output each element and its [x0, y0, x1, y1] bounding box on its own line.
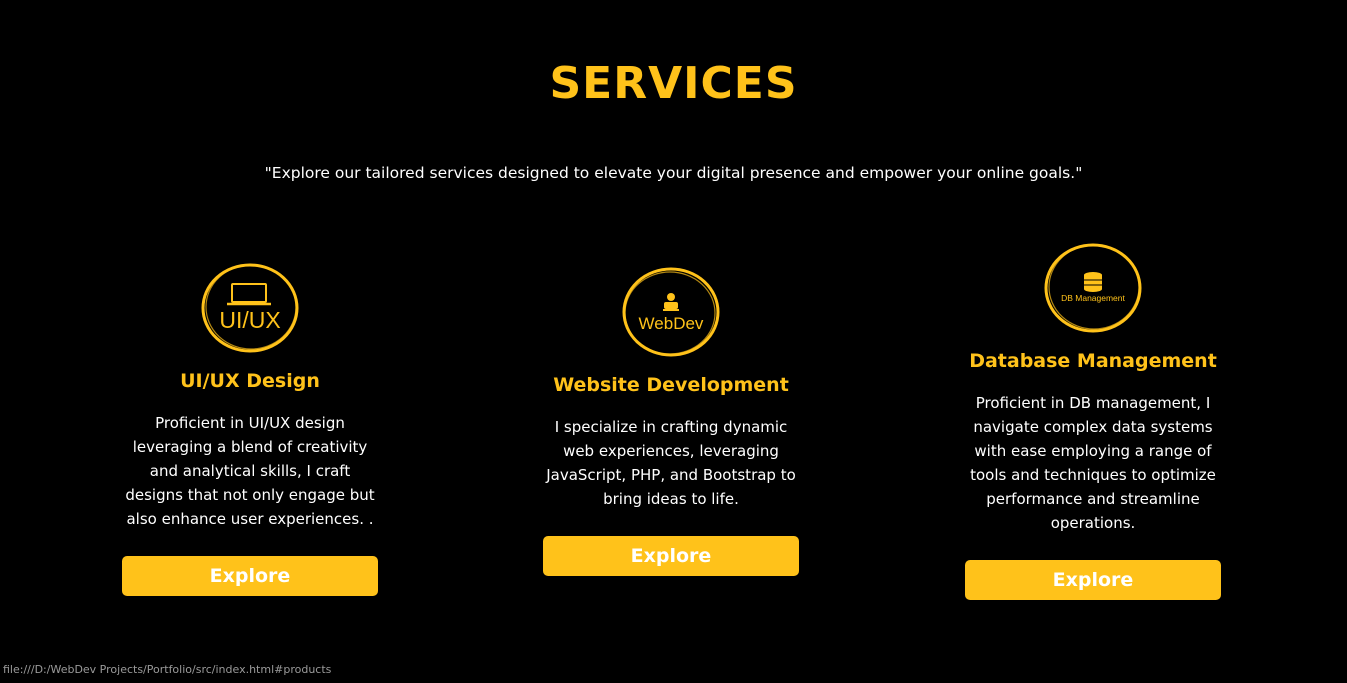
- webdev-logo-text: WebDev: [639, 314, 704, 333]
- database-logo-text: DB Management: [1061, 293, 1125, 303]
- coder-icon: [663, 293, 679, 311]
- status-bar-url: file:///D:/WebDev Projects/Portfolio/src…: [3, 663, 332, 676]
- laptop-icon: [227, 283, 271, 306]
- service-card-uiux: UI/UX UI/UX Design Proficient in UI/UX d…: [100, 0, 400, 683]
- uiux-logo: UI/UX: [201, 263, 299, 353]
- service-card-webdev: WebDev Website Development I specialize …: [521, 0, 821, 683]
- uiux-logo-text: UI/UX: [219, 307, 280, 333]
- service-title: Database Management: [969, 350, 1217, 372]
- services-section: SERVICES "Explore our tailored services …: [0, 0, 1347, 683]
- service-card-database: DB Management Database Management Profic…: [943, 0, 1243, 683]
- explore-button[interactable]: Explore: [965, 560, 1221, 600]
- service-title: UI/UX Design: [180, 370, 320, 392]
- webdev-logo: WebDev: [622, 267, 720, 357]
- service-description: Proficient in UI/UX design leveraging a …: [125, 414, 375, 528]
- service-description: Proficient in DB management, I navigate …: [970, 394, 1216, 532]
- explore-button[interactable]: Explore: [543, 536, 799, 576]
- database-icon: [1084, 272, 1102, 292]
- service-title: Website Development: [553, 374, 789, 396]
- service-description: I specialize in crafting dynamic web exp…: [546, 418, 796, 508]
- explore-button[interactable]: Explore: [122, 556, 378, 596]
- database-logo: DB Management: [1044, 243, 1142, 333]
